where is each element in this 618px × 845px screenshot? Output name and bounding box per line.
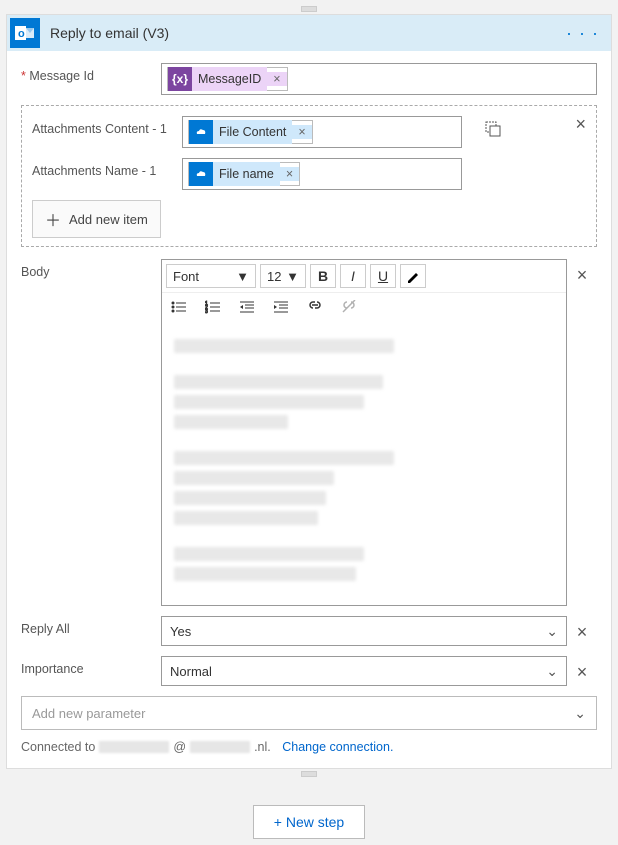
svg-text:3: 3 [205, 309, 208, 314]
card-header: o Reply to email (V3) · · · [7, 15, 611, 51]
card-collapse-handle-bottom[interactable] [301, 771, 317, 777]
highlight-button[interactable] [400, 264, 426, 288]
label-importance: Importance [21, 656, 161, 676]
token-remove-icon[interactable]: × [267, 72, 286, 86]
font-select[interactable]: Font▼ [166, 264, 256, 288]
rich-text-editor: Font▼ 12▼ B I U 123 [161, 259, 567, 606]
redacted-text [99, 741, 169, 753]
action-card: o Reply to email (V3) · · · * Message Id… [6, 14, 612, 769]
connection-info: Connected to @ .nl. Change connection. [21, 730, 597, 758]
attachments-group: × Attachments Content - 1 File Content × [21, 105, 597, 247]
change-connection-link[interactable]: Change connection. [282, 740, 393, 754]
numbered-list-button[interactable]: 123 [200, 295, 226, 319]
onedrive-icon [189, 162, 213, 186]
redacted-text [190, 741, 250, 753]
add-parameter-select[interactable]: Add new parameter ⌄ [21, 696, 597, 730]
outdent-button[interactable] [234, 295, 260, 319]
onedrive-icon [189, 120, 213, 144]
row-importance: Importance Normal ⌄ × [21, 656, 597, 686]
indent-button[interactable] [268, 295, 294, 319]
label-message-id: * Message Id [21, 63, 161, 83]
card-menu-button[interactable]: · · · [566, 23, 603, 44]
chevron-down-icon: ⌄ [574, 705, 586, 722]
italic-button[interactable]: I [340, 264, 366, 288]
label-attachments-name: Attachments Name - 1 [32, 158, 182, 178]
chevron-down-icon: ⌄ [546, 663, 558, 680]
chevron-down-icon: ▼ [286, 269, 299, 284]
attachments-remove-button[interactable]: × [575, 114, 586, 135]
card-title: Reply to email (V3) [50, 25, 566, 41]
token-message-id[interactable]: {x} MessageID × [167, 67, 288, 91]
remove-reply-all-button[interactable]: × [577, 622, 588, 643]
row-body: Body Font▼ 12▼ B I U [21, 259, 597, 606]
chevron-down-icon: ⌄ [546, 623, 558, 640]
unlink-button[interactable] [336, 295, 362, 319]
token-remove-icon[interactable]: × [292, 125, 311, 139]
remove-body-button[interactable]: × [577, 265, 588, 286]
row-reply-all: Reply All Yes ⌄ × [21, 616, 597, 646]
underline-button[interactable]: U [370, 264, 396, 288]
chevron-down-icon: ▼ [236, 269, 249, 284]
token-file-content[interactable]: File Content × [188, 120, 313, 144]
font-size-select[interactable]: 12▼ [260, 264, 306, 288]
svg-text:o: o [18, 28, 25, 40]
bold-button[interactable]: B [310, 264, 336, 288]
label-reply-all: Reply All [21, 616, 161, 636]
select-reply-all[interactable]: Yes ⌄ [161, 616, 567, 646]
plus-icon: ＋ [45, 207, 61, 231]
label-attachments-content: Attachments Content - 1 [32, 116, 182, 136]
card-collapse-handle-top[interactable] [301, 6, 317, 12]
expression-icon: {x} [168, 67, 192, 91]
bullet-list-button[interactable] [166, 295, 192, 319]
input-attachments-name[interactable]: File name × [182, 158, 462, 190]
remove-importance-button[interactable]: × [577, 662, 588, 683]
row-message-id: * Message Id {x} MessageID × [21, 63, 597, 95]
input-attachments-content[interactable]: File Content × [182, 116, 462, 148]
label-body: Body [21, 259, 161, 279]
input-message-id[interactable]: {x} MessageID × [161, 63, 597, 95]
token-file-name[interactable]: File name × [188, 162, 300, 186]
select-importance[interactable]: Normal ⌄ [161, 656, 567, 686]
link-button[interactable] [302, 295, 328, 319]
outlook-icon: o [10, 18, 40, 48]
add-new-item-button[interactable]: ＋ Add new item [32, 200, 161, 238]
body-content-area[interactable] [162, 325, 566, 605]
token-remove-icon[interactable]: × [280, 167, 299, 181]
switch-to-array-icon[interactable] [484, 120, 502, 138]
new-step-button[interactable]: + New step [253, 805, 365, 839]
